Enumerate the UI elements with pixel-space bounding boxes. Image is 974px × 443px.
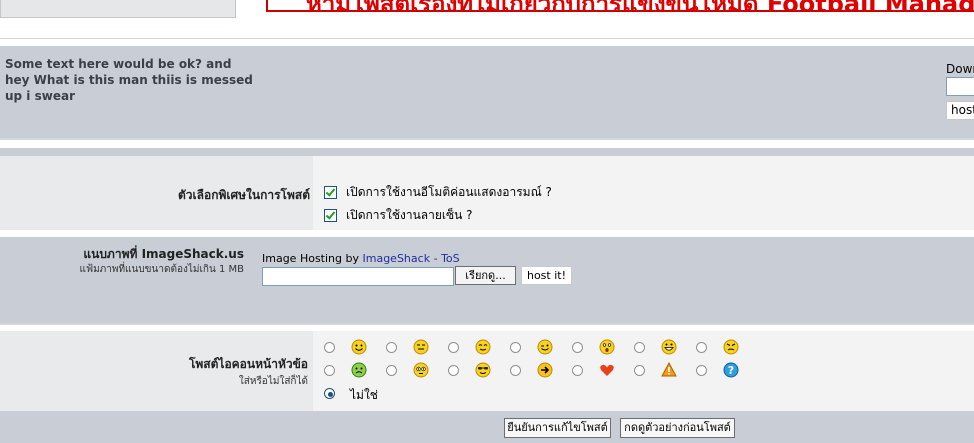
divider: [0, 38, 974, 39]
smile-icon: [351, 339, 367, 355]
arrow-right-icon: [537, 362, 553, 378]
imageshack-sub: แฟ้มภาพที่แนบขนาดต้องไม่เกิน 1 MB: [79, 264, 244, 275]
post-icons-label: โพสต์ไอคอนหน้าหัวข้อ: [188, 357, 308, 371]
icon-radio[interactable]: [386, 342, 397, 353]
smilies-checkbox[interactable]: [324, 186, 337, 199]
icon-radio[interactable]: [324, 342, 335, 353]
no-icon-label: ไม่ใช่: [350, 388, 378, 402]
wink-icon: [537, 339, 553, 355]
icon-radio[interactable]: [448, 342, 459, 353]
sick-icon: [351, 362, 367, 378]
icon-radio[interactable]: [572, 342, 583, 353]
biggrin-icon: [661, 339, 677, 355]
signature-option[interactable]: เปิดการใช้งานลายเซ็น ?: [324, 206, 473, 225]
exclamation-icon: [661, 362, 677, 377]
icon-radio[interactable]: [324, 365, 335, 376]
hosting-separator: -: [433, 252, 438, 265]
heart-icon: [600, 364, 614, 376]
tos-link[interactable]: ToS: [441, 252, 460, 265]
top-left-box: [0, 0, 236, 18]
icon-radio[interactable]: [510, 342, 521, 353]
icon-radio[interactable]: [510, 365, 521, 376]
icon-radio[interactable]: [634, 365, 645, 376]
divider: [0, 323, 974, 325]
icon-radio[interactable]: [696, 365, 707, 376]
section-gap: [0, 148, 974, 156]
question-icon: ?: [723, 362, 739, 378]
surprised-icon: [599, 339, 615, 355]
sad-icon: [413, 362, 429, 378]
icon-radio[interactable]: [572, 365, 583, 376]
imageshack-link[interactable]: ImageShack: [363, 252, 431, 265]
banner-text: ห้ามโพสต์เรื่องที่ไม่เกี่ยวกับการแข่งขัน…: [306, 0, 974, 10]
smilies-option-label: เปิดการใช้งานอีโมติค่อนแสดงอารมณ์ ?: [346, 185, 552, 199]
signature-option-label: เปิดการใช้งานลายเซ็น ?: [346, 208, 473, 222]
mad-icon: [723, 339, 739, 355]
host-it-button[interactable]: host it!: [521, 266, 572, 285]
submit-button[interactable]: ยืนยันการแก้ไขโพสต์: [504, 418, 611, 438]
hosting-prefix: Image Hosting by: [262, 252, 359, 265]
right-host-button[interactable]: host: [946, 101, 974, 120]
no-icon-radio[interactable]: [324, 388, 335, 399]
browse-button[interactable]: เรียกดู...: [455, 266, 516, 285]
svg-text:?: ?: [728, 364, 734, 377]
signature-checkbox[interactable]: [324, 209, 337, 222]
cool-icon: [475, 339, 491, 355]
post-options-label: ตัวเลือกพิเศษในการโพสต์: [178, 188, 310, 202]
icon-radio[interactable]: [634, 342, 645, 353]
sunglasses-icon: [475, 362, 491, 378]
hosting-line: Image Hosting by ImageShack - ToS: [262, 252, 460, 265]
divider: [0, 138, 974, 140]
preview-button[interactable]: กดดูตัวอย่างก่อนโพสต์: [620, 418, 735, 438]
frown-icon: [413, 339, 429, 355]
buttons-bar: [0, 411, 974, 443]
download-label: Down: [946, 62, 974, 76]
icon-radio[interactable]: [696, 342, 707, 353]
file-path-input[interactable]: [262, 267, 454, 286]
right-url-input[interactable]: [946, 77, 974, 96]
announcement-banner: ห้ามโพสต์เรื่องที่ไม่เกี่ยวกับการแข่งขัน…: [266, 0, 974, 12]
post-icons-sub: ใส่หรือไม่ใส่ก็ได้: [238, 376, 308, 387]
post-body-text: Some text here would be ok? and hey What…: [5, 57, 253, 103]
icon-radio[interactable]: [448, 365, 459, 376]
smilies-option[interactable]: เปิดการใช้งานอีโมติค่อนแสดงอารมณ์ ?: [324, 183, 552, 202]
icon-radio[interactable]: [386, 365, 397, 376]
